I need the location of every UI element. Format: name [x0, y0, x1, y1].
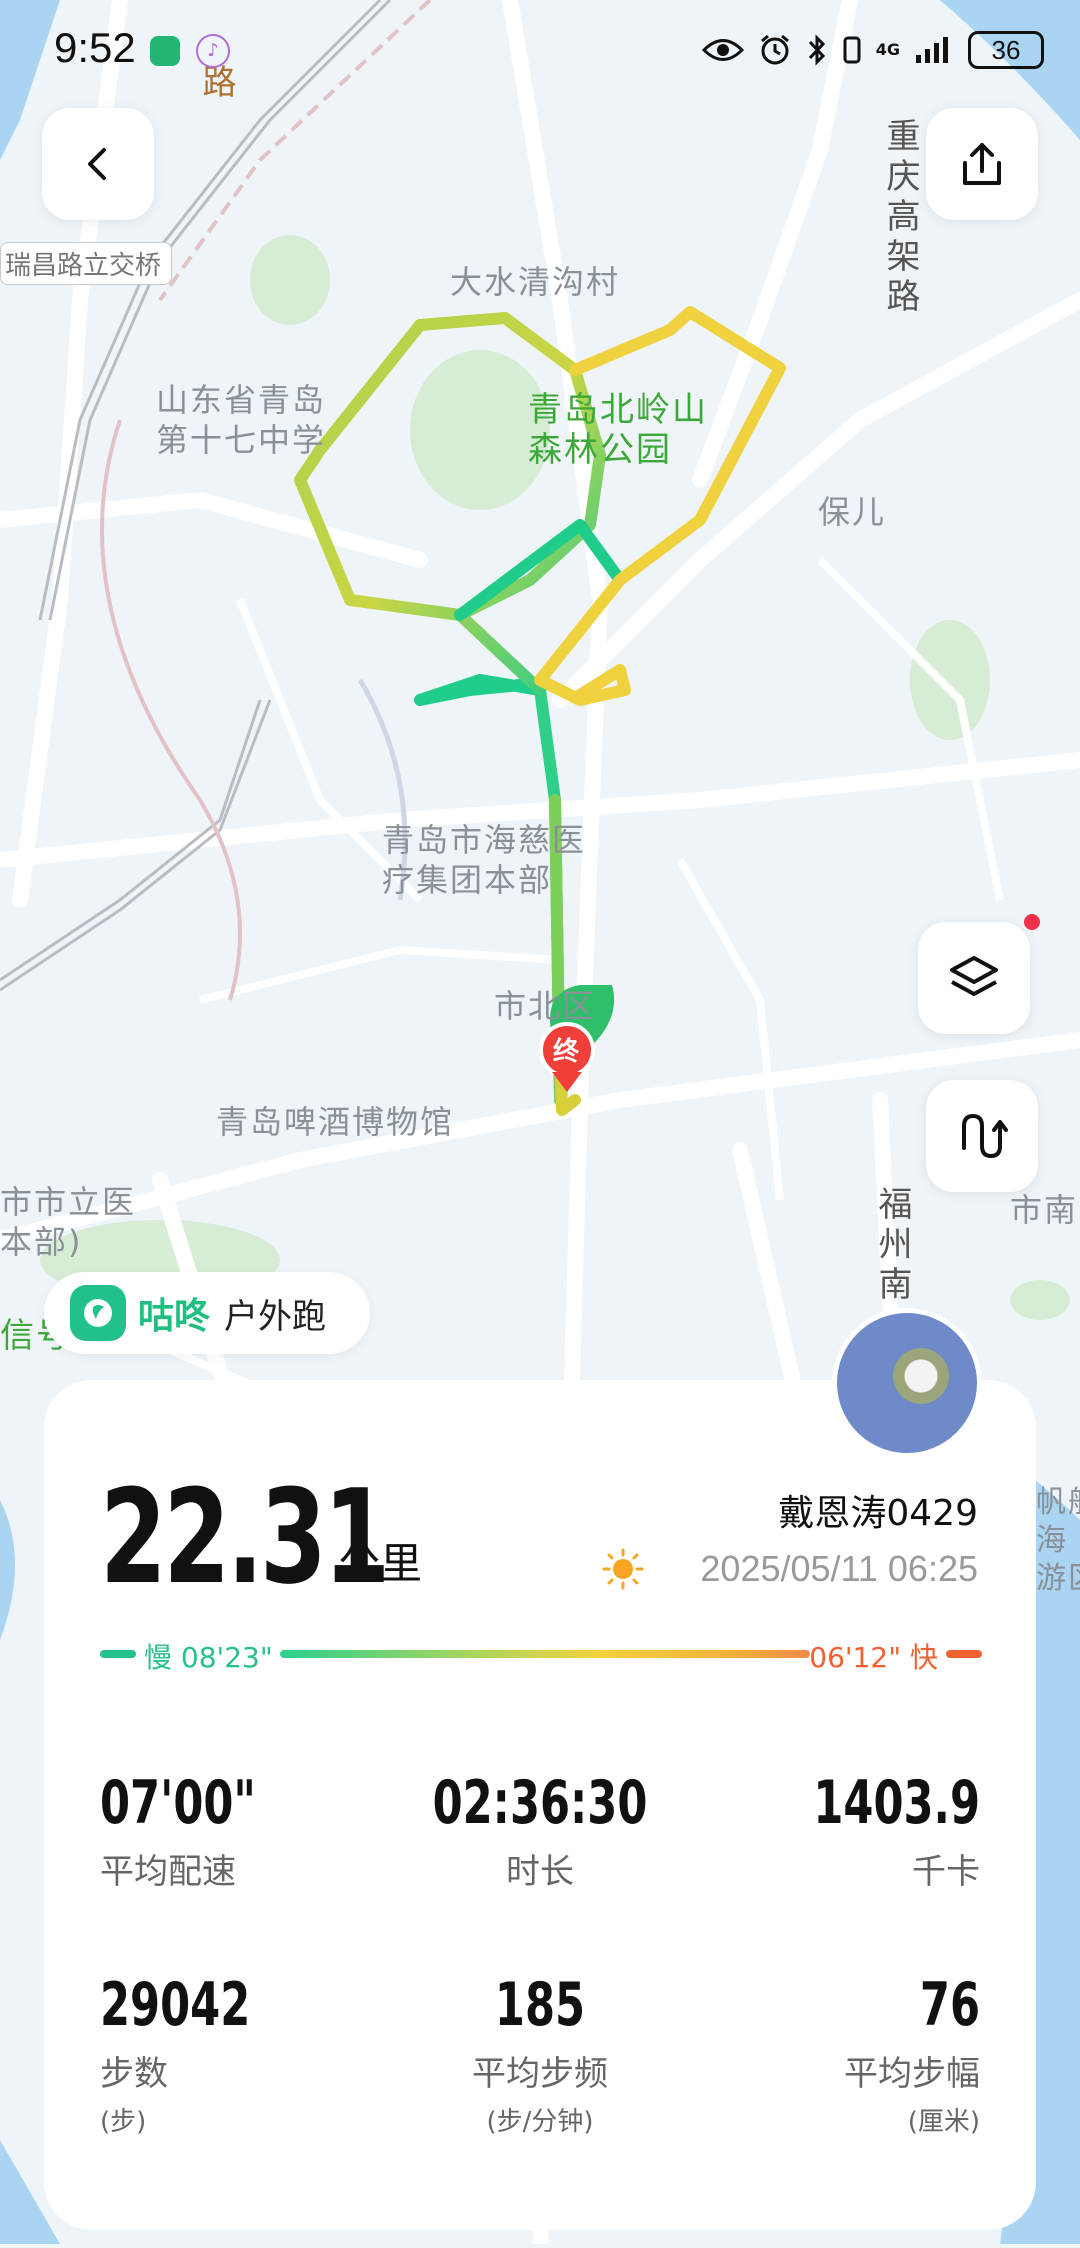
map-label-museum: 青岛啤酒博物馆	[216, 1103, 455, 1141]
pace-gradient	[280, 1650, 810, 1658]
map-label-dashuiqinggou: 大水清沟村	[450, 263, 621, 301]
notification-dot	[1024, 914, 1040, 930]
stat-calories: 1403.9 千卡	[680, 1768, 980, 1893]
stat-steps: 29042 步数 (步)	[100, 1970, 400, 2138]
end-marker-label: 终	[553, 1037, 580, 1067]
activity-datetime: 2025/05/11 06:25	[700, 1548, 978, 1589]
road-chip: 瑞昌路立交桥	[0, 242, 173, 285]
pace-fast-cap	[946, 1650, 982, 1658]
map-label-hospital2: 市市立医 本部)	[0, 1183, 137, 1261]
map-label-shinan: 市南	[1010, 1191, 1079, 1229]
stat-label: 平均配速	[100, 1852, 236, 1892]
pace-fast-label: 06'12" 快	[809, 1641, 938, 1674]
stat-unit: (步/分钟)	[486, 2107, 594, 2137]
avatar[interactable]	[832, 1308, 982, 1458]
map-road-chongqing: 重庆高架路	[880, 118, 920, 318]
map-label-fanzhou: 帆船 海 游区	[1036, 1485, 1080, 1596]
bluetooth-icon	[808, 34, 825, 66]
stat-value: 1403.9	[813, 1768, 980, 1838]
map-label-baoer: 保儿	[818, 493, 887, 531]
stat-value: 07'00"	[100, 1768, 256, 1838]
share-button[interactable]	[926, 108, 1038, 220]
distance-unit: 公里	[338, 1539, 423, 1588]
stat-cadence: 185 平均步频 (步/分钟)	[390, 1970, 690, 2138]
stat-label: 平均步频	[472, 2054, 608, 2094]
chevron-left-icon	[88, 148, 106, 180]
stat-value: 76	[919, 1970, 980, 2040]
map-layers-button[interactable]	[918, 914, 1040, 1034]
route-icon	[962, 1113, 1008, 1159]
network-type: 4G	[875, 40, 900, 59]
music-notification-icon: ♪	[196, 34, 230, 68]
stat-duration: 02:36:30 时长	[390, 1768, 690, 1893]
stat-unit: (步)	[100, 2107, 147, 2137]
workout-summary-card: 22.31 公里 戴恩涛0429 2025/05/11 06:25 慢 08'2…	[44, 1380, 1036, 2230]
codoon-logo-icon	[70, 1285, 126, 1341]
pace-slow-cap	[100, 1650, 136, 1658]
pace-slow-label: 慢 08'23"	[144, 1641, 273, 1674]
stat-label: 千卡	[912, 1852, 980, 1892]
layers-icon	[950, 956, 998, 996]
map-label-district: 市北区	[494, 987, 597, 1025]
map-label-hospital: 青岛市海慈医 疗集团本部	[382, 821, 587, 899]
app-notification-icon	[150, 36, 180, 66]
stat-label: 时长	[506, 1852, 574, 1892]
stat-value: 29042	[100, 1970, 251, 2040]
user-name: 戴恩涛0429	[778, 1493, 978, 1534]
pace-legend: 慢 08'23" 06'12" 快	[100, 1634, 982, 1674]
status-icons: 4G 36	[701, 30, 1044, 70]
battery-icon: 36	[968, 31, 1044, 69]
stat-stride: 76 平均步幅 (厘米)	[680, 1970, 980, 2138]
sun-icon	[602, 1548, 644, 1590]
stat-avg-pace: 07'00" 平均配速	[100, 1768, 400, 1893]
map-label-park: 青岛北岭山 森林公园	[528, 390, 708, 470]
route-replay-button[interactable]	[926, 1080, 1038, 1192]
back-button[interactable]	[42, 108, 154, 220]
map-road-fuzhou: 福州南	[872, 1186, 912, 1306]
share-icon	[963, 143, 1001, 185]
stat-unit: (厘米)	[907, 2107, 980, 2137]
status-bar: 9:52 ♪ 4G 36	[0, 0, 1080, 100]
stat-value: 185	[494, 1970, 586, 2040]
status-time: 9:52	[54, 24, 136, 71]
signal-icon	[916, 37, 948, 63]
brand-name: 咕咚	[138, 1296, 211, 1337]
alarm-icon	[760, 34, 789, 65]
brand-badge: 咕咚 户外跑	[44, 1272, 370, 1354]
vibrate-icon	[843, 36, 861, 64]
activity-type: 户外跑	[224, 1296, 327, 1337]
stat-label: 步数	[100, 2054, 168, 2094]
map-label-school: 山东省青岛 第十七中学	[156, 381, 327, 459]
stat-value: 02:36:30	[432, 1768, 648, 1838]
eye-icon	[701, 39, 744, 61]
stat-label: 平均步幅	[844, 2054, 980, 2094]
